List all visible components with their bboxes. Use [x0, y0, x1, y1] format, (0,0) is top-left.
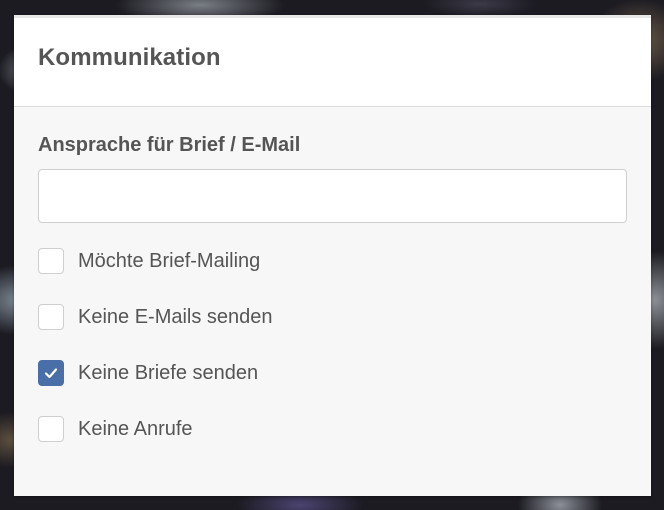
panel-title: Kommunikation: [38, 44, 221, 71]
letter-mailing-checkbox[interactable]: [38, 248, 64, 274]
no-letters-label: Keine Briefe senden: [78, 361, 259, 384]
no-calls-label: Keine Anrufe: [78, 417, 193, 440]
no-emails-checkbox[interactable]: [38, 304, 64, 330]
letter-mailing-label: Möchte Brief-Mailing: [78, 249, 261, 272]
option-no-emails[interactable]: Keine E-Mails senden: [38, 303, 627, 331]
no-letters-checkbox[interactable]: [38, 360, 64, 386]
salutation-input[interactable]: [38, 169, 627, 223]
no-calls-checkbox[interactable]: [38, 416, 64, 442]
salutation-label: Ansprache für Brief / E-Mail: [38, 134, 301, 156]
option-no-letters[interactable]: Keine Briefe senden: [38, 359, 627, 387]
option-letter-mailing[interactable]: Möchte Brief-Mailing: [38, 247, 627, 275]
communication-panel: Kommunikation Ansprache für Brief / E-Ma…: [14, 15, 651, 496]
option-no-calls[interactable]: Keine Anrufe: [38, 415, 627, 443]
panel-body: Ansprache für Brief / E-Mail Möchte Brie…: [14, 134, 651, 443]
panel-header: Kommunikation: [14, 18, 651, 107]
no-emails-label: Keine E-Mails senden: [78, 305, 273, 328]
checkmark-icon: [44, 368, 58, 379]
